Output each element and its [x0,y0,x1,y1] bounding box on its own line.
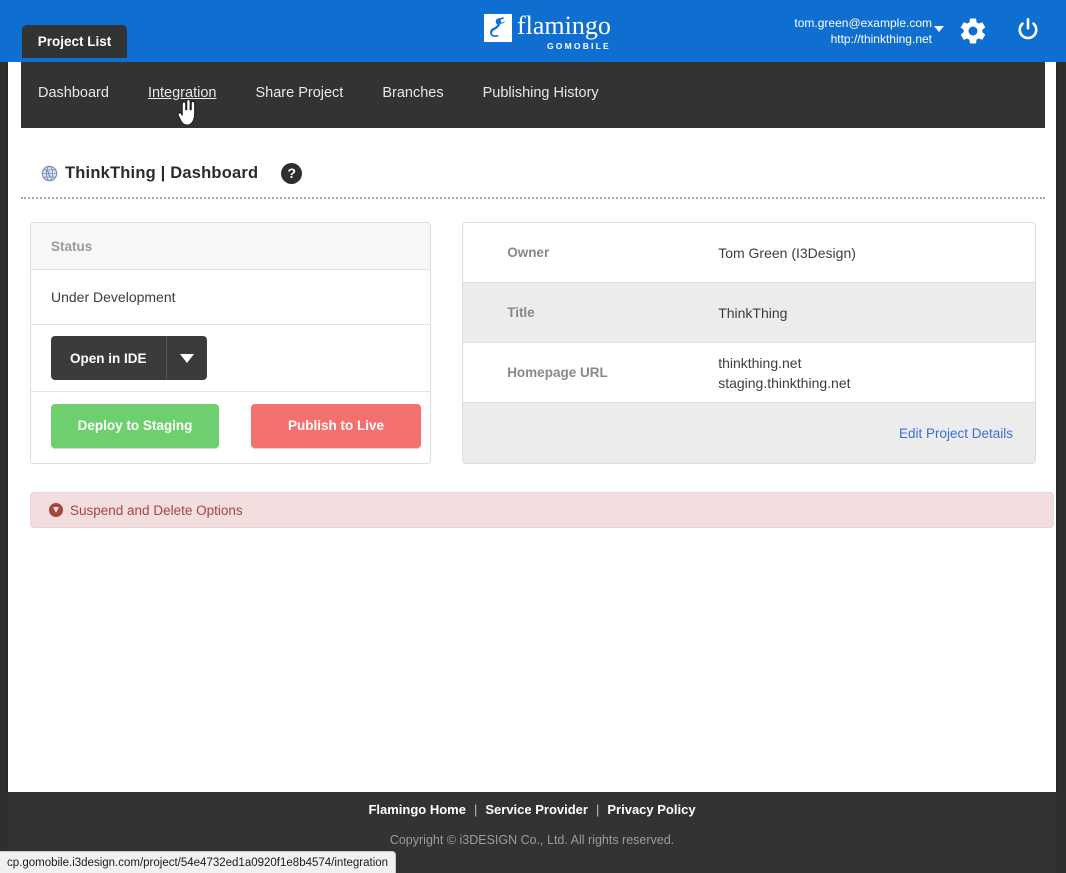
nav-item-branches[interactable]: Branches [382,85,443,101]
page-shell: Dashboard Integration Share Project Bran… [8,58,1056,792]
details-panel-footer: Edit Project Details [463,403,1035,463]
footer-link-privacy-policy[interactable]: Privacy Policy [607,802,695,817]
open-in-ide-group: Open in IDE [51,336,207,380]
help-icon[interactable]: ? [281,162,303,184]
footer-link-service-provider[interactable]: Service Provider [485,802,588,817]
nav-item-integration[interactable]: Integration [148,85,217,101]
detail-label-title: Title [507,305,535,320]
flamingo-bird-icon [490,17,506,37]
nav-item-share-project[interactable]: Share Project [255,85,343,101]
homepage-url-staging: staging.thinkthing.net [718,374,851,391]
user-email: tom.green@example.com [794,16,932,30]
deploy-button-row: Deploy to Staging Publish to Live [31,392,430,459]
logo-subtitle: GOMOBILE [546,41,611,51]
caret-down-icon [179,353,194,363]
page-title: ThinkThing | Dashboard [65,163,259,182]
gear-glyph [960,18,986,44]
project-list-tab[interactable]: Project List [22,25,127,58]
globe-icon [41,165,58,181]
logo-wordmark: flamingo [517,11,611,40]
open-in-ide-dropdown-button[interactable] [165,336,207,380]
footer-separator-2: | [595,802,600,817]
detail-label-homepage-url: Homepage URL [507,365,608,380]
project-details-panel: Owner Tom Green (I3Design) Title ThinkTh… [462,222,1036,464]
owner-value: Tom Green (I3Design) [718,244,856,261]
nav-item-publishing-history[interactable]: Publishing History [483,85,599,101]
publish-to-live-button[interactable]: Publish to Live [251,403,421,448]
detail-value-title: ThinkThing [718,303,787,323]
dashboard-panels: Status Under Development Open in IDE Dep… [21,222,1045,464]
detail-row-owner: Owner Tom Green (I3Design) [463,223,1035,283]
user-menu[interactable]: tom.green@example.com http://thinkthing.… [794,15,932,47]
main-nav-list: Dashboard Integration Share Project Bran… [21,58,1045,128]
footer-separator-1: | [473,802,478,817]
power-icon[interactable] [1013,16,1045,48]
circle-arrow-down-icon [49,503,63,517]
detail-value-owner: Tom Green (I3Design) [718,243,856,263]
flamingo-logo[interactable]: flamingo GOMOBILE [484,11,611,52]
suspend-and-delete-options-bar[interactable]: Suspend and Delete Options [30,492,1054,528]
chevron-down-icon[interactable] [934,26,944,32]
nav-item-dashboard[interactable]: Dashboard [38,85,109,101]
page-title-row: ThinkThing | Dashboard ? [21,148,1045,198]
open-in-ide-button[interactable]: Open in IDE [51,336,166,380]
status-value: Under Development [31,270,431,325]
edit-project-details-link[interactable]: Edit Project Details [899,426,1013,441]
copyright-text: Copyright © i3DESIGN Co., Ltd. All right… [389,833,675,847]
footer-links: Flamingo Home | Service Provider | Priva… [8,802,1056,817]
power-glyph [1018,17,1038,40]
detail-row-homepage-url: Homepage URL thinkthing.net staging.thin… [463,343,1035,403]
title-value: ThinkThing [718,304,788,321]
ide-button-row: Open in IDE [31,325,431,392]
deploy-to-staging-button[interactable]: Deploy to Staging [51,403,219,448]
footer-link-flamingo-home[interactable]: Flamingo Home [368,802,466,817]
user-site-url: http://thinkthing.net [830,32,932,46]
gear-icon[interactable] [958,16,990,48]
help-icon-glyph: ? [287,165,297,181]
homepage-url-live: thinkthing.net [718,354,802,371]
main-nav: Dashboard Integration Share Project Bran… [21,58,1045,128]
browser-status-url: cp.gomobile.i3design.com/project/54e4732… [0,851,397,873]
browser-viewport: flamingo GOMOBILE tom.green@example.com … [0,0,1066,873]
header-divider [21,197,1045,199]
detail-row-title: Title ThinkThing [463,283,1035,343]
flamingo-logo-icon [484,14,512,42]
project-list-tab-label: Project List [37,34,112,49]
detail-label-owner: Owner [507,245,550,260]
top-bar: flamingo GOMOBILE tom.green@example.com … [0,0,1066,62]
status-panel-header: Status [31,223,431,270]
detail-value-homepage-url: thinkthing.net staging.thinkthing.net [718,353,850,393]
suspend-and-delete-options-label: Suspend and Delete Options [70,502,243,518]
status-panel: Status Under Development Open in IDE Dep… [30,222,432,464]
